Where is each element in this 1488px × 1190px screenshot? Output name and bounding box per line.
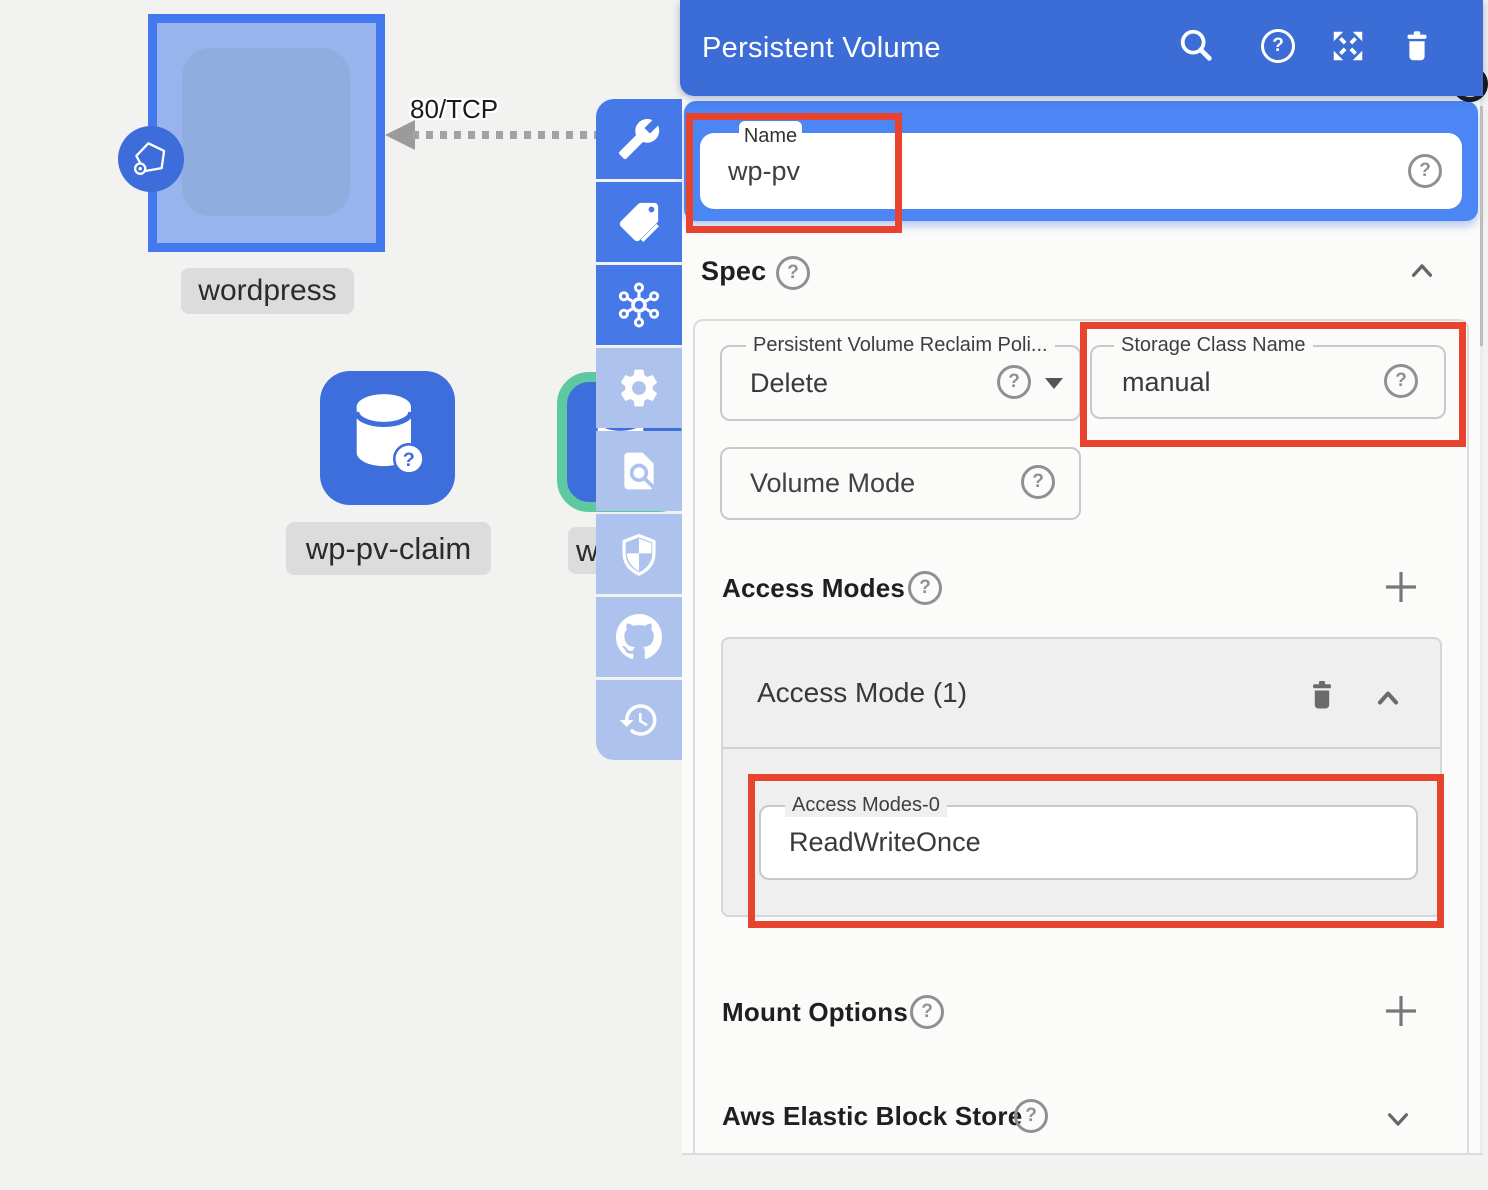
delete-button[interactable] — [1398, 27, 1436, 65]
spec-heading: Spec — [701, 256, 766, 287]
reclaim-policy-label: Persistent Volume Reclaim Poli... — [746, 333, 1055, 357]
access-mode-card: Access Mode (1) Access Modes-0 ReadWrite… — [721, 637, 1442, 917]
wordpress-node-inner — [182, 48, 350, 216]
history-clock-icon — [618, 699, 660, 741]
toolbar-button-history[interactable] — [596, 680, 682, 760]
volume-mode-input[interactable]: Volume Mode — [720, 447, 1081, 520]
diagram-toolbar — [596, 99, 682, 760]
toolbar-button-wrench[interactable] — [596, 99, 682, 179]
mount-options-help-icon[interactable] — [910, 995, 944, 1029]
toolbar-button-github[interactable] — [596, 597, 682, 677]
access-mode-card-title: Access Mode (1) — [757, 639, 967, 747]
spec-help-icon[interactable] — [776, 256, 810, 290]
help-button[interactable] — [1259, 27, 1297, 65]
toolbar-button-preview[interactable] — [596, 431, 682, 511]
access-mode-collapse-chevron-icon[interactable] — [1371, 681, 1405, 715]
search-icon — [1177, 27, 1215, 65]
expand-button[interactable] — [1329, 27, 1367, 65]
aws-ebs-heading: Aws Elastic Block Store — [722, 1101, 1022, 1132]
wrench-icon — [617, 117, 661, 161]
wordpress-node-label: wordpress — [181, 268, 354, 314]
add-mount-option-icon[interactable] — [1382, 992, 1420, 1030]
aws-ebs-expand-chevron-icon[interactable] — [1382, 1103, 1414, 1135]
toolbar-button-security[interactable] — [596, 514, 682, 594]
access-mode-highlight-box — [748, 774, 1444, 928]
github-icon — [616, 614, 662, 660]
toolbar-button-tags[interactable] — [596, 182, 682, 262]
reclaim-policy-help-icon[interactable] — [997, 365, 1031, 399]
hub-network-icon — [615, 281, 663, 329]
edge-arrowhead — [385, 120, 415, 150]
trash-icon — [1398, 27, 1436, 65]
panel-header: Persistent Volume — [680, 0, 1483, 96]
pod-pentagon-icon — [126, 134, 176, 184]
persistent-volume-form: wp-pv Name Spec Persistent Volume Reclai… — [682, 96, 1483, 1155]
edge-dotted-line — [412, 131, 598, 139]
toolbar-button-hub[interactable] — [596, 265, 682, 345]
panel-title: Persistent Volume — [702, 0, 941, 96]
expand-arrows-icon — [1329, 27, 1367, 65]
database-icon: ? — [344, 390, 432, 486]
document-search-icon — [617, 449, 661, 493]
panel-scrollbar-thumb[interactable] — [1480, 106, 1483, 346]
pod-icon[interactable] — [118, 126, 184, 192]
mount-options-heading: Mount Options — [722, 997, 908, 1028]
storage-class-highlight-box — [1080, 322, 1466, 447]
name-help-icon[interactable] — [1408, 154, 1442, 188]
spec-collapse-chevron-icon[interactable] — [1406, 255, 1438, 287]
aws-ebs-help-icon[interactable] — [1014, 1099, 1048, 1133]
access-mode-card-header[interactable]: Access Mode (1) — [723, 639, 1440, 749]
access-modes-help-icon[interactable] — [908, 571, 942, 605]
delete-access-mode-icon[interactable] — [1304, 677, 1340, 713]
toolbar-button-settings[interactable] — [596, 348, 682, 428]
edge-port-label: 80/TCP — [410, 94, 498, 125]
pvc-node-label: wp-pv-claim — [286, 522, 491, 575]
wordpress-deployment-node[interactable] — [148, 14, 385, 252]
access-modes-heading: Access Modes — [722, 573, 905, 604]
app-canvas: wordpress 80/TCP ? wp-pv-claim w — [0, 0, 1488, 1190]
name-highlight-box — [686, 113, 902, 233]
shield-icon — [616, 531, 662, 577]
reclaim-policy-select[interactable]: Persistent Volume Reclaim Poli... Delete — [720, 345, 1081, 421]
search-button[interactable] — [1177, 27, 1215, 65]
add-access-mode-icon[interactable] — [1382, 568, 1420, 606]
tags-icon — [616, 199, 662, 245]
volume-mode-help-icon[interactable] — [1021, 465, 1055, 499]
pvc-node[interactable]: ? — [320, 371, 455, 505]
svg-text:?: ? — [402, 449, 414, 471]
dropdown-caret-icon[interactable] — [1045, 378, 1063, 389]
help-icon — [1261, 29, 1295, 63]
gear-icon — [616, 365, 662, 411]
